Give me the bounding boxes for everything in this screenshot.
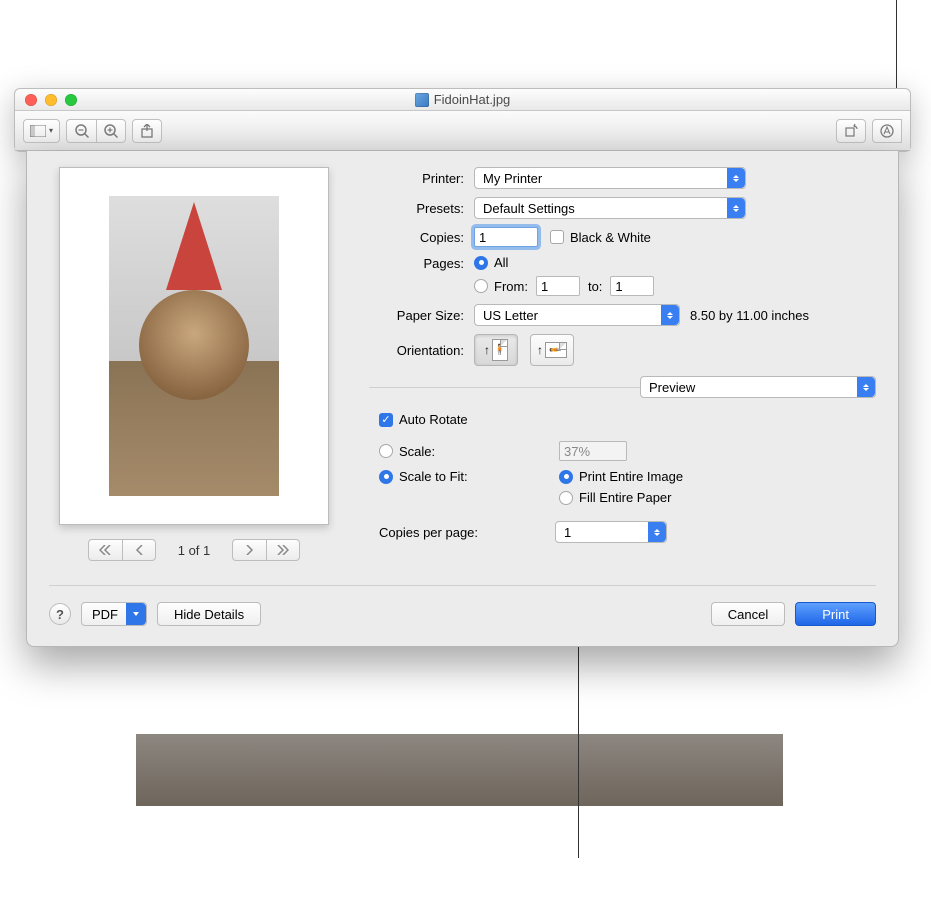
auto-rotate-checkbox[interactable]: ✓ xyxy=(379,413,393,427)
dog-shape xyxy=(139,290,249,400)
presets-label: Presets: xyxy=(369,201,464,216)
fill-entire-paper-radio[interactable] xyxy=(559,491,573,505)
presets-select[interactable]: Default Settings xyxy=(474,197,746,219)
print-entire-image-row[interactable]: Print Entire Image xyxy=(559,469,683,484)
sidebar-toggle-button[interactable]: ▾ xyxy=(23,119,60,143)
pages-from-row[interactable]: From: to: xyxy=(474,276,654,296)
chevron-down-icon xyxy=(126,603,146,625)
pages-label: Pages: xyxy=(369,255,464,271)
pdf-label: PDF xyxy=(92,607,118,622)
print-entire-image-radio[interactable] xyxy=(559,470,573,484)
paper-size-select[interactable]: US Letter xyxy=(474,304,680,326)
hide-details-button[interactable]: Hide Details xyxy=(157,602,261,626)
toolbar: ▾ xyxy=(15,111,910,151)
share-button[interactable] xyxy=(132,119,162,143)
pdf-menu-button[interactable]: PDF xyxy=(81,602,147,626)
pages-to-input[interactable] xyxy=(610,276,654,296)
chevrons-icon xyxy=(727,168,745,188)
window-title: FidoinHat.jpg xyxy=(15,92,910,107)
paper-size-label: Paper Size: xyxy=(369,308,464,323)
hide-details-label: Hide Details xyxy=(174,607,244,622)
pages-to-label: to: xyxy=(588,279,602,294)
auto-rotate-label: Auto Rotate xyxy=(399,412,468,427)
pages-all-row[interactable]: All xyxy=(474,255,654,270)
auto-rotate-row[interactable]: ✓ Auto Rotate xyxy=(379,412,876,427)
app-window: FidoinHat.jpg ▾ xyxy=(14,88,911,152)
titlebar: FidoinHat.jpg xyxy=(15,89,910,111)
print-options-section-select[interactable]: Preview xyxy=(640,376,876,398)
divider xyxy=(369,387,640,388)
next-page-button[interactable] xyxy=(232,539,266,561)
prev-page-button[interactable] xyxy=(122,539,156,561)
black-white-checkbox[interactable] xyxy=(550,230,564,244)
copies-per-page-label: Copies per page: xyxy=(379,525,555,540)
zoom-in-button[interactable] xyxy=(96,119,126,143)
zoom-out-button[interactable] xyxy=(66,119,96,143)
party-hat-shape xyxy=(166,202,222,290)
pages-from-label: From: xyxy=(494,279,528,294)
chevrons-icon xyxy=(661,305,679,325)
section-select-value: Preview xyxy=(649,380,695,395)
help-button[interactable]: ? xyxy=(49,603,71,625)
copies-input[interactable] xyxy=(474,227,538,247)
paper-dimensions: 8.50 by 11.00 inches xyxy=(690,308,809,323)
print-dialog: 1 of 1 Printer: My Prin xyxy=(26,151,899,647)
orientation-label: Orientation: xyxy=(369,343,464,358)
scale-row[interactable]: Scale: xyxy=(379,444,559,459)
markup-button[interactable] xyxy=(872,119,902,143)
printer-label: Printer: xyxy=(369,171,464,186)
print-button[interactable]: Print xyxy=(795,602,876,626)
print-label: Print xyxy=(822,607,849,622)
print-preview xyxy=(59,167,329,525)
first-page-button[interactable] xyxy=(88,539,122,561)
orientation-landscape-button[interactable]: ↑ 🧍 xyxy=(530,334,574,366)
rotate-button[interactable] xyxy=(836,119,866,143)
copies-per-page-value: 1 xyxy=(564,525,571,540)
black-white-label: Black & White xyxy=(570,230,651,245)
chevrons-icon xyxy=(727,198,745,218)
scale-input xyxy=(559,441,627,461)
scale-to-fit-label: Scale to Fit: xyxy=(399,469,468,484)
last-page-button[interactable] xyxy=(266,539,300,561)
filename-label: FidoinHat.jpg xyxy=(434,92,511,107)
fill-entire-paper-label: Fill Entire Paper xyxy=(579,490,671,505)
copies-label: Copies: xyxy=(369,230,464,245)
preview-image xyxy=(109,196,279,496)
callout-line xyxy=(578,638,579,858)
scale-to-fit-row[interactable]: Scale to Fit: xyxy=(379,469,559,484)
pages-from-radio[interactable] xyxy=(474,279,488,293)
file-type-icon xyxy=(415,93,429,107)
pages-all-label: All xyxy=(494,255,508,270)
pages-from-input[interactable] xyxy=(536,276,580,296)
orientation-portrait-button[interactable]: ↑ 🧍 xyxy=(474,334,518,366)
printer-select[interactable]: My Printer xyxy=(474,167,746,189)
scale-to-fit-radio[interactable] xyxy=(379,470,393,484)
pages-all-radio[interactable] xyxy=(474,256,488,270)
printer-value: My Printer xyxy=(483,171,542,186)
background-photo xyxy=(136,734,783,806)
cancel-button[interactable]: Cancel xyxy=(711,602,785,626)
chevrons-icon xyxy=(857,377,875,397)
print-entire-image-label: Print Entire Image xyxy=(579,469,683,484)
scale-label: Scale: xyxy=(399,444,435,459)
scale-radio[interactable] xyxy=(379,444,393,458)
chevrons-icon xyxy=(648,522,666,542)
copies-per-page-select[interactable]: 1 xyxy=(555,521,667,543)
fill-entire-paper-row[interactable]: Fill Entire Paper xyxy=(559,490,683,505)
presets-value: Default Settings xyxy=(483,201,575,216)
cancel-label: Cancel xyxy=(728,607,768,622)
black-white-checkbox-row[interactable]: Black & White xyxy=(550,230,651,245)
paper-size-value: US Letter xyxy=(483,308,538,323)
page-indicator: 1 of 1 xyxy=(178,543,211,558)
